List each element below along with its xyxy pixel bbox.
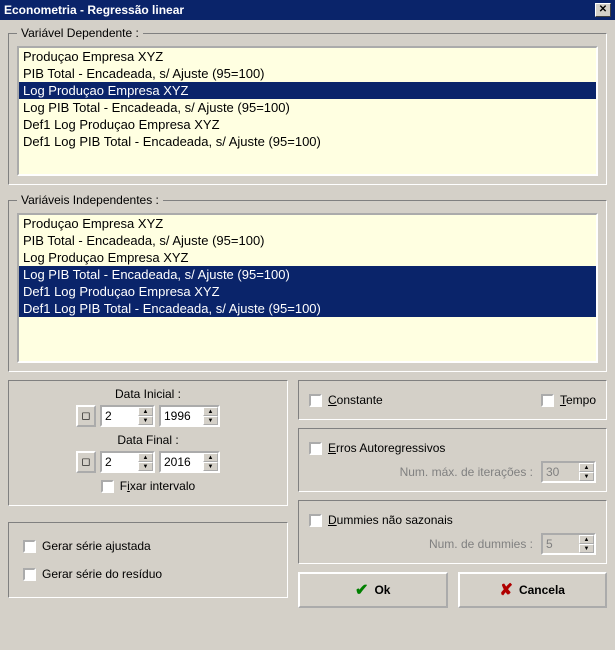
end-month-spinner[interactable]: ▲▼ [100, 451, 155, 473]
end-year-spinner[interactable]: ▲▼ [159, 451, 220, 473]
end-month-input[interactable] [102, 453, 138, 471]
window-title: Econometria - Regressão linear [4, 0, 184, 20]
list-item[interactable]: Def1 Log Produçao Empresa XYZ [19, 116, 596, 133]
start-month-up[interactable]: ▲ [138, 407, 153, 416]
independent-variables-legend: Variáveis Independentes : [17, 193, 163, 207]
end-date-label: Data Final : [19, 433, 277, 447]
start-year-input[interactable] [161, 407, 203, 425]
start-year-spinner[interactable]: ▲▼ [159, 405, 220, 427]
residual-series-label[interactable]: Gerar série do resíduo [42, 567, 162, 581]
constant-checkbox[interactable] [309, 394, 322, 407]
close-button[interactable]: ✕ [595, 3, 611, 17]
num-dummies-up: ▲ [579, 535, 594, 544]
cancel-button[interactable]: ✘ Cancela [458, 572, 608, 608]
tempo-label[interactable]: Tempo [560, 393, 596, 407]
list-item[interactable]: Log PIB Total - Encadeada, s/ Ajuste (95… [19, 266, 596, 283]
independent-variables-listbox[interactable]: Produçao Empresa XYZPIB Total - Encadead… [17, 213, 598, 363]
start-date-label: Data Inicial : [19, 387, 277, 401]
start-month-spinner[interactable]: ▲▼ [100, 405, 155, 427]
end-date-page-icon[interactable]: ◻ [76, 451, 96, 473]
ok-button[interactable]: ✔ Ok [298, 572, 448, 608]
max-iter-up: ▲ [579, 463, 594, 472]
num-dummies-down: ▼ [579, 544, 594, 553]
ar-errors-label[interactable]: Erros Autoregressivos [328, 441, 445, 455]
start-month-down[interactable]: ▼ [138, 416, 153, 425]
end-year-input[interactable] [161, 453, 203, 471]
list-item[interactable]: PIB Total - Encadeada, s/ Ajuste (95=100… [19, 232, 596, 249]
max-iter-down: ▼ [579, 472, 594, 481]
ar-errors-checkbox[interactable] [309, 442, 322, 455]
fix-interval-checkbox[interactable] [101, 480, 114, 493]
list-item[interactable]: Def1 Log Produçao Empresa XYZ [19, 283, 596, 300]
end-year-down[interactable]: ▼ [203, 462, 218, 471]
tempo-checkbox[interactable] [541, 394, 554, 407]
start-year-down[interactable]: ▼ [203, 416, 218, 425]
dependent-variable-legend: Variável Dependente : [17, 26, 143, 40]
list-item[interactable]: Def1 Log PIB Total - Encadeada, s/ Ajust… [19, 133, 596, 150]
check-icon: ✔ [355, 580, 368, 600]
date-range-group: Data Inicial : ◻ ▲▼ ▲▼ Data Final : ◻ [8, 380, 288, 506]
end-year-up[interactable]: ▲ [203, 453, 218, 462]
list-item[interactable]: Log Produçao Empresa XYZ [19, 82, 596, 99]
independent-variables-group: Variáveis Independentes : Produçao Empre… [8, 193, 607, 372]
titlebar: Econometria - Regressão linear ✕ [0, 0, 615, 20]
list-item[interactable]: Produçao Empresa XYZ [19, 215, 596, 232]
dummies-checkbox[interactable] [309, 514, 322, 527]
series-output-group: Gerar série ajustada Gerar série do resí… [8, 522, 288, 598]
end-month-down[interactable]: ▼ [138, 462, 153, 471]
start-year-up[interactable]: ▲ [203, 407, 218, 416]
constant-tempo-group: Constante Tempo [298, 380, 607, 420]
num-dummies-input [543, 535, 579, 553]
adjusted-series-checkbox[interactable] [23, 540, 36, 553]
start-month-input[interactable] [102, 407, 138, 425]
max-iterations-spinner: ▲▼ [541, 461, 596, 483]
cancel-button-label: Cancela [519, 583, 565, 597]
fix-interval-label[interactable]: Fixar intervalo [120, 479, 195, 493]
end-month-up[interactable]: ▲ [138, 453, 153, 462]
dependent-variable-listbox[interactable]: Produçao Empresa XYZPIB Total - Encadead… [17, 46, 598, 176]
dummies-group: Dummies não sazonais Num. de dummies : ▲… [298, 500, 607, 564]
start-date-page-icon[interactable]: ◻ [76, 405, 96, 427]
adjusted-series-label[interactable]: Gerar série ajustada [42, 539, 151, 553]
list-item[interactable]: Log PIB Total - Encadeada, s/ Ajuste (95… [19, 99, 596, 116]
ok-button-label: Ok [374, 583, 390, 597]
list-item[interactable]: Def1 Log PIB Total - Encadeada, s/ Ajust… [19, 300, 596, 317]
num-dummies-label: Num. de dummies : [429, 537, 533, 551]
residual-series-checkbox[interactable] [23, 568, 36, 581]
list-item[interactable]: Produçao Empresa XYZ [19, 48, 596, 65]
max-iterations-input [543, 463, 579, 481]
dummies-label[interactable]: Dummies não sazonais [328, 513, 453, 527]
num-dummies-spinner: ▲▼ [541, 533, 596, 555]
list-item[interactable]: Log Produçao Empresa XYZ [19, 249, 596, 266]
cancel-icon: ✘ [500, 580, 513, 600]
list-item[interactable]: PIB Total - Encadeada, s/ Ajuste (95=100… [19, 65, 596, 82]
ar-errors-group: Erros Autoregressivos Num. máx. de itera… [298, 428, 607, 492]
constant-label[interactable]: Constante [328, 393, 383, 407]
dependent-variable-group: Variável Dependente : Produçao Empresa X… [8, 26, 607, 185]
max-iterations-label: Num. máx. de iterações : [400, 465, 533, 479]
